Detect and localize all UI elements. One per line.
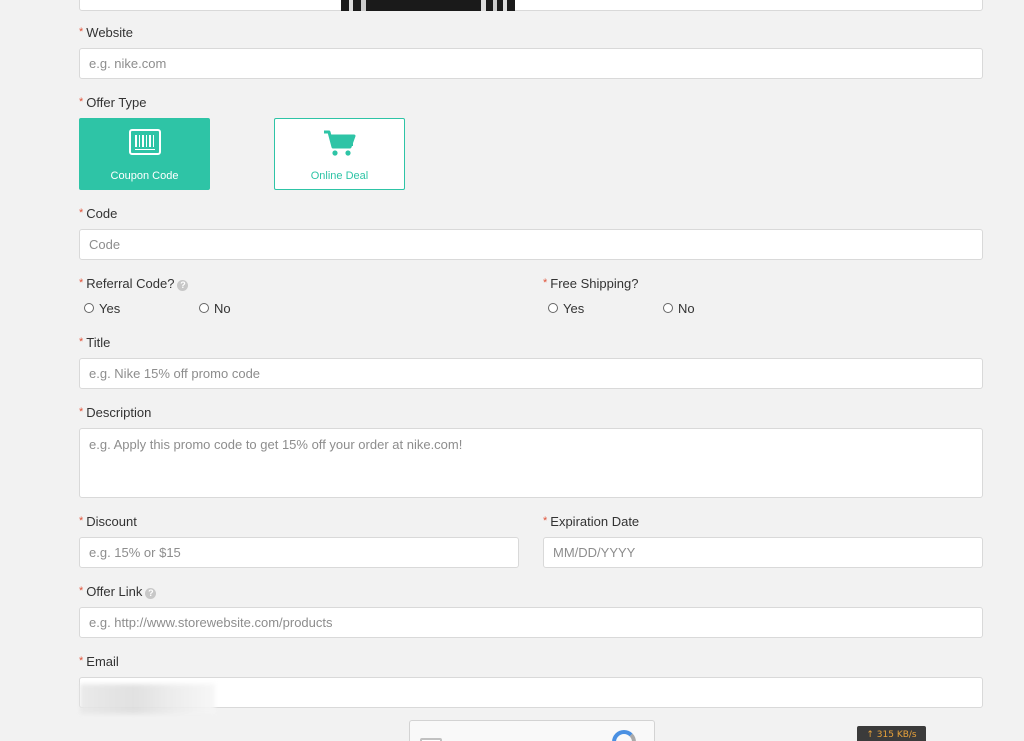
website-input[interactable] (79, 48, 983, 79)
help-icon[interactable]: ? (145, 588, 157, 599)
required-marker: * (79, 406, 84, 418)
expiration-date-input[interactable] (543, 537, 983, 568)
network-speed-badge: ↑ 315 KB/s (857, 726, 926, 741)
offer-form-page: *Website *Offer Type Coupon Code (0, 0, 1024, 741)
coupon-code-button[interactable]: Coupon Code (79, 118, 210, 190)
expiration-date-label: * Expiration Date (543, 514, 640, 529)
discount-label: * Discount (79, 514, 137, 529)
description-label: * Description (79, 405, 152, 420)
free-shipping-yes-radio[interactable] (548, 303, 558, 313)
referral-code-label: * Referral Code?? (79, 275, 189, 292)
offer-link-label: * Offer Link? (79, 583, 157, 600)
required-marker: * (79, 96, 84, 108)
required-marker: * (79, 207, 84, 219)
required-marker: * (79, 655, 84, 667)
free-shipping-no-radio[interactable] (663, 303, 673, 313)
free-shipping-no-label: No (678, 301, 695, 316)
captcha-widget[interactable] (409, 720, 655, 741)
website-label: * Website (79, 25, 134, 40)
online-deal-label: Online Deal (310, 170, 369, 182)
title-label: * Title (79, 335, 111, 350)
discount-input[interactable] (79, 537, 519, 568)
help-icon[interactable]: ? (177, 280, 189, 291)
referral-no-radio[interactable] (199, 303, 209, 313)
referral-yes-radio[interactable] (84, 303, 94, 313)
offer-type-label: * Offer Type (79, 95, 147, 110)
recaptcha-logo-icon (612, 730, 636, 741)
code-label: * Code (79, 206, 118, 221)
coupon-code-label: Coupon Code (110, 170, 179, 182)
referral-no-label: No (214, 301, 231, 316)
email-label: * Email (79, 654, 119, 669)
offer-link-input[interactable] (79, 607, 983, 638)
required-marker: * (543, 515, 548, 527)
previous-field[interactable] (79, 0, 983, 11)
online-deal-button[interactable]: Online Deal (274, 118, 405, 190)
store-logo-image (341, 0, 515, 11)
barcode-icon (128, 129, 161, 158)
free-shipping-yes-label: Yes (563, 301, 585, 316)
required-marker: * (79, 26, 84, 38)
required-marker: * (79, 277, 84, 289)
required-marker: * (79, 336, 84, 348)
required-marker: * (79, 515, 84, 527)
required-marker: * (543, 277, 548, 289)
free-shipping-label: * Free Shipping? (543, 276, 639, 291)
code-input[interactable] (79, 229, 983, 260)
redacted-email-blur (80, 684, 215, 714)
description-textarea[interactable] (79, 428, 983, 498)
required-marker: * (79, 585, 84, 597)
referral-yes-label: Yes (99, 301, 121, 316)
cart-icon (323, 129, 357, 160)
title-input[interactable] (79, 358, 983, 389)
